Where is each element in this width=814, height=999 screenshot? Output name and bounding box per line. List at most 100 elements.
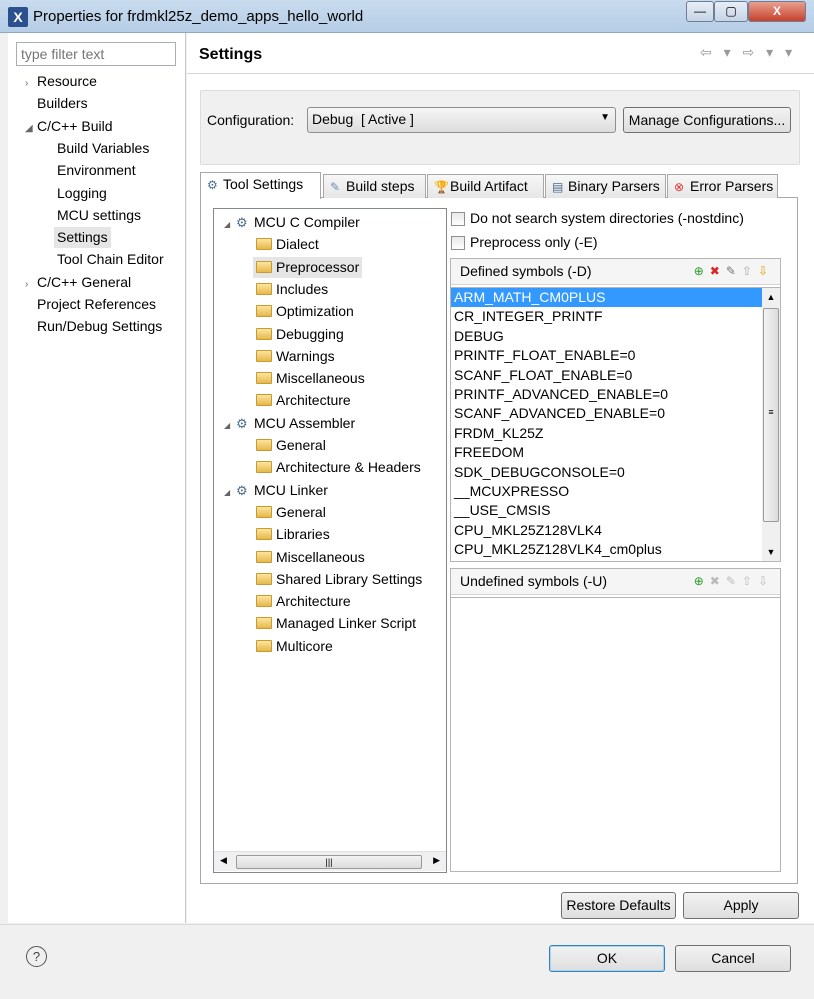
- symbol-item[interactable]: __USE_CMSIS: [451, 501, 780, 520]
- tool-node[interactable]: ◢ ⚙ MCU C Compiler: [224, 212, 360, 233]
- option-node[interactable]: Architecture: [256, 591, 351, 612]
- symbol-item[interactable]: PRINTF_ADVANCED_ENABLE=0: [451, 385, 780, 404]
- collapse-toggle-icon[interactable]: ◢: [224, 482, 236, 503]
- edit-icon[interactable]: ✎: [726, 264, 742, 278]
- option-folder-icon: [256, 617, 272, 630]
- window-title: Properties for frdmkl25z_demo_apps_hello…: [33, 8, 364, 25]
- option-node[interactable]: Architecture & Headers: [256, 457, 421, 478]
- nav-item-logging[interactable]: Logging: [57, 183, 107, 204]
- tool-node[interactable]: ◢ ⚙ MCU Linker: [224, 480, 328, 501]
- expand-toggle-icon[interactable]: ◢: [25, 118, 37, 139]
- option-node[interactable]: Multicore: [256, 636, 333, 657]
- scroll-right-icon[interactable]: ▶: [433, 855, 440, 866]
- tree-node-label: Miscellaneous: [276, 548, 365, 565]
- option-node[interactable]: Architecture: [256, 390, 351, 411]
- preprocess-only-checkbox[interactable]: [451, 236, 465, 250]
- cancel-button[interactable]: Cancel: [675, 945, 791, 972]
- symbol-item[interactable]: SCANF_ADVANCED_ENABLE=0: [451, 404, 780, 423]
- add-icon[interactable]: ⊕: [694, 264, 710, 278]
- nav-item-label: C/C++ Build: [37, 117, 113, 134]
- option-node[interactable]: Miscellaneous: [256, 368, 365, 389]
- nav-item-label: Environment: [57, 162, 136, 179]
- scroll-thumb[interactable]: |||: [236, 855, 422, 869]
- tree-node-label: Managed Linker Script: [276, 615, 417, 632]
- configuration-select[interactable]: Debug [ Active ] ▼: [307, 107, 616, 133]
- nav-item-settings[interactable]: Settings: [54, 227, 111, 249]
- option-node[interactable]: Dialect: [256, 234, 319, 255]
- scroll-down-icon[interactable]: ▼: [762, 543, 780, 561]
- manage-configurations-button[interactable]: Manage Configurations...: [623, 107, 791, 133]
- tab-error-parsers[interactable]: ⊗ Error Parsers: [667, 174, 778, 198]
- tree-node-label: Optimization: [276, 303, 354, 320]
- tree-node-label: Architecture & Headers: [276, 459, 421, 476]
- tab-build-artifact[interactable]: 🏆Build Artifact: [427, 174, 544, 198]
- scroll-left-icon[interactable]: ◀: [220, 855, 227, 866]
- symbol-item[interactable]: FRDM_KL25Z: [451, 424, 780, 443]
- tree-horizontal-scrollbar[interactable]: ◀ ||| ▶: [214, 851, 446, 871]
- tree-node-label: Libraries: [276, 526, 330, 543]
- add-icon[interactable]: ⊕: [694, 574, 710, 588]
- tree-node-label: Preprocessor: [276, 258, 360, 275]
- symbol-item[interactable]: DEBUG: [451, 327, 780, 346]
- undefined-symbols-list[interactable]: [451, 597, 780, 871]
- configuration-value: Debug [ Active ]: [312, 111, 414, 127]
- scroll-up-icon[interactable]: ▲: [762, 288, 780, 306]
- option-node[interactable]: General: [256, 435, 326, 456]
- restore-defaults-button[interactable]: Restore Defaults: [561, 892, 676, 919]
- option-node[interactable]: Debugging: [256, 324, 344, 345]
- move-up-icon[interactable]: ⇧: [742, 264, 758, 278]
- collapse-toggle-icon[interactable]: ◢: [224, 214, 236, 235]
- collapse-toggle-icon[interactable]: ◢: [224, 415, 236, 436]
- help-icon[interactable]: ?: [26, 946, 47, 967]
- tool-node[interactable]: ◢ ⚙ MCU Assembler: [224, 413, 355, 434]
- symbol-item[interactable]: PRINTF_FLOAT_ENABLE=0: [451, 346, 780, 365]
- tab-label: Build Artifact: [450, 178, 528, 194]
- option-node[interactable]: Preprocessor: [253, 256, 363, 278]
- nav-item-tool-chain-editor[interactable]: Tool Chain Editor: [57, 249, 164, 270]
- defined-symbols-list[interactable]: ARM_MATH_CM0PLUS CR_INTEGER_PRINTF DEBUG PR…: [451, 287, 780, 561]
- nav-item-project-references[interactable]: Project References: [25, 294, 156, 315]
- nostdinc-label: Do not search system directories (-nostd…: [470, 210, 744, 226]
- nav-item-build-variables[interactable]: Build Variables: [57, 138, 149, 159]
- nav-item-builders[interactable]: Builders: [25, 93, 88, 114]
- nav-item-run-debug-settings[interactable]: Run/Debug Settings: [25, 316, 162, 337]
- symbol-item[interactable]: SDK_DEBUGCONSOLE=0: [451, 463, 780, 482]
- list-vertical-scrollbar[interactable]: ▲ ≡ ▼: [762, 288, 780, 561]
- close-button[interactable]: X: [748, 1, 806, 22]
- expand-toggle-icon[interactable]: ›: [25, 274, 37, 295]
- option-node[interactable]: Warnings: [256, 346, 335, 367]
- tab-tool-settings[interactable]: ⚙ Tool Settings: [200, 172, 321, 199]
- expand-toggle-icon[interactable]: ›: [25, 73, 37, 94]
- apply-button[interactable]: Apply: [683, 892, 799, 919]
- option-node[interactable]: Includes: [256, 279, 328, 300]
- nav-item-c-c-build[interactable]: ◢ C/C++ Build: [25, 116, 112, 137]
- option-node[interactable]: Shared Library Settings: [256, 569, 422, 590]
- symbol-item[interactable]: CPU_MKL25Z128VLK4: [451, 521, 780, 540]
- symbol-item[interactable]: ARM_MATH_CM0PLUS: [451, 288, 762, 308]
- symbol-item[interactable]: CPU_MKL25Z128VLK4_cm0plus: [451, 540, 780, 559]
- ok-button[interactable]: OK: [549, 945, 665, 972]
- nav-item-c-c-general[interactable]: › C/C++ General: [25, 272, 131, 293]
- filter-input[interactable]: [16, 42, 176, 66]
- option-node[interactable]: Optimization: [256, 301, 354, 322]
- nav-item-resource[interactable]: › Resource: [25, 71, 97, 92]
- tab-binary-parsers[interactable]: ▤ Binary Parsers: [545, 174, 666, 198]
- option-node[interactable]: Miscellaneous: [256, 547, 365, 568]
- option-node[interactable]: General: [256, 502, 326, 523]
- nostdinc-checkbox[interactable]: [451, 212, 465, 226]
- option-node[interactable]: Managed Linker Script: [256, 613, 416, 634]
- nav-item-environment[interactable]: Environment: [57, 160, 136, 181]
- scroll-thumb[interactable]: ≡: [763, 308, 779, 522]
- symbol-item[interactable]: SCANF_FLOAT_ENABLE=0: [451, 366, 780, 385]
- symbol-item[interactable]: CR_INTEGER_PRINTF: [451, 307, 780, 326]
- tab-build-steps[interactable]: ✎ Build steps: [323, 174, 426, 198]
- nav-item-mcu-settings[interactable]: MCU settings: [57, 205, 141, 226]
- delete-icon[interactable]: ✖: [710, 264, 726, 278]
- symbol-item[interactable]: __MCUXPRESSO: [451, 482, 780, 501]
- minimize-button[interactable]: —: [686, 1, 714, 22]
- maximize-button[interactable]: ▢: [714, 1, 748, 22]
- option-node[interactable]: Libraries: [256, 524, 330, 545]
- symbol-item[interactable]: FREEDOM: [451, 443, 780, 462]
- history-nav-buttons[interactable]: ⇦ ▾ ⇨ ▾ ▾: [700, 44, 796, 61]
- move-down-icon[interactable]: ⇩: [758, 264, 774, 278]
